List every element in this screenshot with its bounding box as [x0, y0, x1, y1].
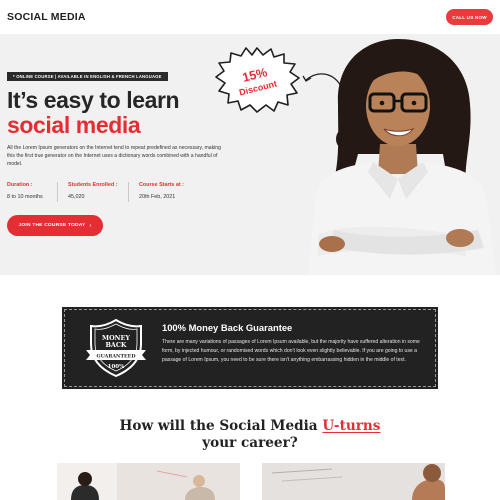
- office-photo: [57, 463, 240, 500]
- stat-label: Course Starts at :: [139, 182, 184, 188]
- stat-start: Course Starts at : 20th Feb, 2021: [139, 182, 184, 200]
- whiteboard-photo: [262, 463, 445, 500]
- chevron-right-icon: ›: [89, 222, 92, 229]
- badge-ribbon: GUARANTEED: [97, 354, 136, 360]
- stat-divider: [128, 182, 129, 202]
- stat-students: Students Enrolled : 45,020: [68, 182, 117, 200]
- call-us-button[interactable]: CALL US NOW: [446, 9, 493, 25]
- heading-accent: U-turns: [322, 418, 381, 434]
- stat-value: 20th Feb, 2021: [139, 194, 176, 200]
- stat-divider: [57, 182, 58, 202]
- stat-label: Students Enrolled :: [68, 182, 118, 188]
- course-badge: * ONLINE COURSE | AVAILABLE IN ENGLISH &…: [7, 72, 168, 81]
- career-image-2: [262, 463, 445, 500]
- site-logo[interactable]: SOCIAL MEDIA: [7, 11, 86, 23]
- career-image-1: [57, 463, 240, 500]
- stat-value: 45,020: [68, 194, 85, 200]
- hero-woman-image: [308, 39, 496, 275]
- stat-value: 8 to 10 months: [7, 194, 43, 200]
- site-header: SOCIAL MEDIA CALL US NOW: [0, 0, 500, 34]
- guarantee-title: 100% Money Back Guarantee: [162, 322, 293, 333]
- money-back-badge-icon: MONEY BACK GUARANTEED 100%: [86, 318, 146, 378]
- money-back-guarantee-box: MONEY BACK GUARANTEED 100% 100% Money Ba…: [62, 307, 438, 389]
- discount-starburst: 15% Discount: [215, 47, 300, 113]
- guarantee-text: There are many variations of passages of…: [162, 339, 420, 363]
- section-heading: How will the Social Media U-turns your c…: [0, 418, 500, 452]
- heading-text-line2: your career?: [202, 435, 298, 451]
- stat-label: Duration :: [7, 182, 33, 188]
- join-course-button[interactable]: JOIN THE COURSE TODAY ›: [7, 215, 103, 236]
- heading-text: How will the Social Media: [119, 418, 323, 434]
- badge-line2: BACK: [105, 341, 126, 349]
- hero-title-line2: social media: [7, 112, 141, 138]
- stat-duration: Duration : 8 to 10 months: [7, 182, 43, 200]
- badge-percent: 100%: [108, 364, 125, 370]
- hero-description: All the Lorem Ipsum generators on the In…: [7, 145, 221, 167]
- hero-section: * ONLINE COURSE | AVAILABLE IN ENGLISH &…: [0, 34, 500, 275]
- hero-title-line1: It’s easy to learn: [7, 87, 180, 113]
- join-course-label: JOIN THE COURSE TODAY: [18, 223, 86, 228]
